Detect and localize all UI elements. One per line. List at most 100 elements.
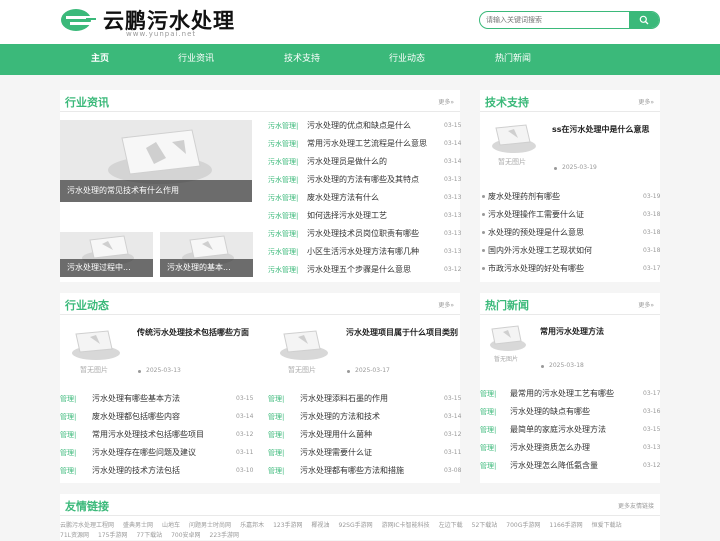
category-tag[interactable]: 管理| bbox=[268, 430, 284, 440]
list-item[interactable]: 污水管理| 污水处理五个步骤是什么意思 03-12 bbox=[268, 264, 461, 278]
item-title[interactable]: 污水处理的缺点有哪些 bbox=[510, 406, 590, 417]
more-link[interactable]: 更多» bbox=[438, 300, 454, 309]
friend-link[interactable]: 乐嘉邦木 bbox=[240, 521, 264, 531]
featured-image[interactable]: 污水处理的常见技术有什么作用 bbox=[60, 120, 252, 202]
category-tag[interactable]: 管理| bbox=[480, 461, 496, 471]
nav-industry-news[interactable]: 行业资讯 bbox=[156, 44, 236, 75]
featured-image[interactable]: 污水处理过程中... bbox=[60, 232, 153, 277]
item-title[interactable]: 如何选择污水处理工艺 bbox=[307, 210, 387, 221]
nav-tech-support[interactable]: 技术支持 bbox=[262, 44, 342, 75]
list-item[interactable]: 管理| 污水处理的方法和技术 03-14 bbox=[268, 411, 461, 425]
list-item[interactable]: 污水管理| 小区生活污水处理方法有哪几种 03-13 bbox=[268, 246, 461, 260]
featured-image[interactable]: 暂无图片 bbox=[480, 122, 544, 170]
category-tag[interactable]: 管理| bbox=[480, 425, 496, 435]
category-tag[interactable]: 管理| bbox=[480, 407, 496, 417]
friend-link[interactable]: 椰视油 bbox=[312, 521, 330, 531]
list-item[interactable]: 管理| 污水处理需要什么证 03-11 bbox=[268, 447, 461, 461]
list-item[interactable]: 污水管理| 如何选择污水处理工艺 03-13 bbox=[268, 210, 461, 224]
site-logo[interactable]: 云鹏污水处理 www.yunpai.net bbox=[60, 5, 234, 39]
list-item[interactable]: 污水管理| 污水处理员是做什么的 03-14 bbox=[268, 156, 461, 170]
featured-image[interactable]: 暂无图片 bbox=[60, 327, 128, 377]
more-link[interactable]: 更多» bbox=[638, 300, 654, 309]
featured-caption[interactable]: 污水处理过程中... bbox=[60, 259, 153, 277]
list-item[interactable]: 污水管理| 常用污水处理工艺流程是什么意思 03-14 bbox=[268, 138, 461, 152]
item-title[interactable]: 最简单的家庭污水处理方法 bbox=[510, 424, 606, 435]
item-title[interactable]: 污水处理添料石墨的作用 bbox=[300, 393, 388, 404]
list-item[interactable]: 市政污水处理的好处有哪些 03-17 bbox=[480, 263, 660, 277]
list-item[interactable]: 污水处理操作工需要什么证 03-18 bbox=[480, 209, 660, 223]
item-title[interactable]: 最常用的污水处理工艺有哪些 bbox=[510, 388, 614, 399]
friend-link[interactable]: 1166手游网 bbox=[549, 521, 582, 531]
nav-hot-news[interactable]: 热门新闻 bbox=[473, 44, 553, 75]
category-tag[interactable]: 污水管理| bbox=[268, 175, 298, 185]
list-item[interactable]: 污水管理| 污水处理的方法有哪些及其特点 03-13 bbox=[268, 174, 461, 188]
featured-image[interactable]: 污水处理的基本... bbox=[160, 232, 253, 277]
item-title[interactable]: 污水处理员是做什么的 bbox=[307, 156, 387, 167]
item-title[interactable]: 市政污水处理的好处有哪些 bbox=[488, 263, 584, 274]
item-title[interactable]: 污水处理操作工需要什么证 bbox=[488, 209, 584, 220]
list-item[interactable]: 管理| 最常用的污水处理工艺有哪些 03-17 bbox=[480, 388, 660, 402]
item-title[interactable]: 废水处理方法有什么 bbox=[307, 192, 379, 203]
item-title[interactable]: 污水处理存在哪些问题及建议 bbox=[92, 447, 196, 458]
friend-link[interactable]: 左边下载 bbox=[439, 521, 463, 531]
friend-link[interactable]: 盛典男士网 bbox=[123, 521, 153, 531]
featured-title[interactable]: 常用污水处理方法 bbox=[540, 326, 604, 337]
friend-link[interactable]: 云鹏污水处理工程网 bbox=[60, 521, 114, 531]
list-item[interactable]: 管理| 污水处理存在哪些问题及建议 03-11 bbox=[60, 447, 253, 461]
item-title[interactable]: 污水处理的方法和技术 bbox=[300, 411, 380, 422]
item-title[interactable]: 污水处理的方法有哪些及其特点 bbox=[307, 174, 419, 185]
item-title[interactable]: 污水处理需要什么证 bbox=[300, 447, 372, 458]
item-title[interactable]: 污水处理怎么降低氨含量 bbox=[510, 460, 598, 471]
item-title[interactable]: 污水处理用什么菌种 bbox=[300, 429, 372, 440]
category-tag[interactable]: 管理| bbox=[60, 448, 76, 458]
list-item[interactable]: 污水管理| 污水处理的优点和缺点是什么 03-15 bbox=[268, 120, 461, 134]
list-item[interactable]: 管理| 废水处理都包括哪些内容 03-14 bbox=[60, 411, 253, 425]
item-title[interactable]: 水处理的预处理是什么意思 bbox=[488, 227, 584, 238]
friend-link[interactable]: 92SG手游网 bbox=[339, 521, 373, 531]
list-item[interactable]: 管理| 污水处理用什么菌种 03-12 bbox=[268, 429, 461, 443]
friend-link[interactable]: 山地车 bbox=[162, 521, 180, 531]
category-tag[interactable]: 污水管理| bbox=[268, 193, 298, 203]
item-title[interactable]: 污水处理的优点和缺点是什么 bbox=[307, 120, 411, 131]
featured-caption[interactable]: 污水处理的常见技术有什么作用 bbox=[60, 180, 252, 202]
item-title[interactable]: 污水处理有哪些基本方法 bbox=[92, 393, 180, 404]
category-tag[interactable]: 管理| bbox=[480, 443, 496, 453]
friend-link[interactable]: 52下载站 bbox=[472, 521, 498, 531]
featured-image[interactable]: 暂无图片 bbox=[480, 323, 532, 365]
category-tag[interactable]: 管理| bbox=[480, 389, 496, 399]
featured-title[interactable]: 传统污水处理技术包括哪些方面 bbox=[137, 327, 249, 338]
category-tag[interactable]: 管理| bbox=[268, 412, 284, 422]
item-title[interactable]: 污水处理技术员岗位职责有哪些 bbox=[307, 228, 419, 239]
list-item[interactable]: 管理| 污水处理的技术方法包括 03-10 bbox=[60, 465, 253, 479]
item-title[interactable]: 污水处理都有哪些方法和措施 bbox=[300, 465, 404, 476]
category-tag[interactable]: 污水管理| bbox=[268, 211, 298, 221]
search-input[interactable] bbox=[480, 12, 630, 28]
more-link[interactable]: 更多友情链接 bbox=[618, 501, 654, 510]
list-item[interactable]: 管理| 污水处理怎么降低氨含量 03-12 bbox=[480, 460, 660, 474]
category-tag[interactable]: 污水管理| bbox=[268, 121, 298, 131]
list-item[interactable]: 管理| 污水处理资质怎么办理 03-13 bbox=[480, 442, 660, 456]
featured-caption[interactable]: 污水处理的基本... bbox=[160, 259, 253, 277]
category-tag[interactable]: 管理| bbox=[60, 466, 76, 476]
category-tag[interactable]: 管理| bbox=[268, 466, 284, 476]
list-item[interactable]: 管理| 最简单的家庭污水处理方法 03-15 bbox=[480, 424, 660, 438]
list-item[interactable]: 废水处理药剂有哪些 03-19 bbox=[480, 191, 660, 205]
category-tag[interactable]: 管理| bbox=[60, 412, 76, 422]
category-tag[interactable]: 管理| bbox=[268, 448, 284, 458]
list-item[interactable]: 国内外污水处理工艺现状如何 03-18 bbox=[480, 245, 660, 259]
list-item[interactable]: 管理| 污水处理添料石墨的作用 03-15 bbox=[268, 393, 461, 407]
search-button[interactable] bbox=[629, 12, 659, 28]
friend-link[interactable]: 恒爱下载站 bbox=[592, 521, 622, 531]
category-tag[interactable]: 管理| bbox=[60, 394, 76, 404]
category-tag[interactable]: 管理| bbox=[268, 394, 284, 404]
list-item[interactable]: 污水管理| 污水处理技术员岗位职责有哪些 03-13 bbox=[268, 228, 461, 242]
category-tag[interactable]: 污水管理| bbox=[268, 229, 298, 239]
more-link[interactable]: 更多» bbox=[438, 97, 454, 106]
friend-link[interactable]: 游网IC卡智能科技 bbox=[382, 521, 430, 531]
more-link[interactable]: 更多» bbox=[638, 97, 654, 106]
nav-industry-dynamics[interactable]: 行业动态 bbox=[367, 44, 447, 75]
friend-link[interactable]: 123手游网 bbox=[273, 521, 302, 531]
list-item[interactable]: 管理| 污水处理有哪些基本方法 03-15 bbox=[60, 393, 253, 407]
list-item[interactable]: 污水管理| 废水处理方法有什么 03-13 bbox=[268, 192, 461, 206]
featured-image[interactable]: 暂无图片 bbox=[268, 327, 336, 377]
